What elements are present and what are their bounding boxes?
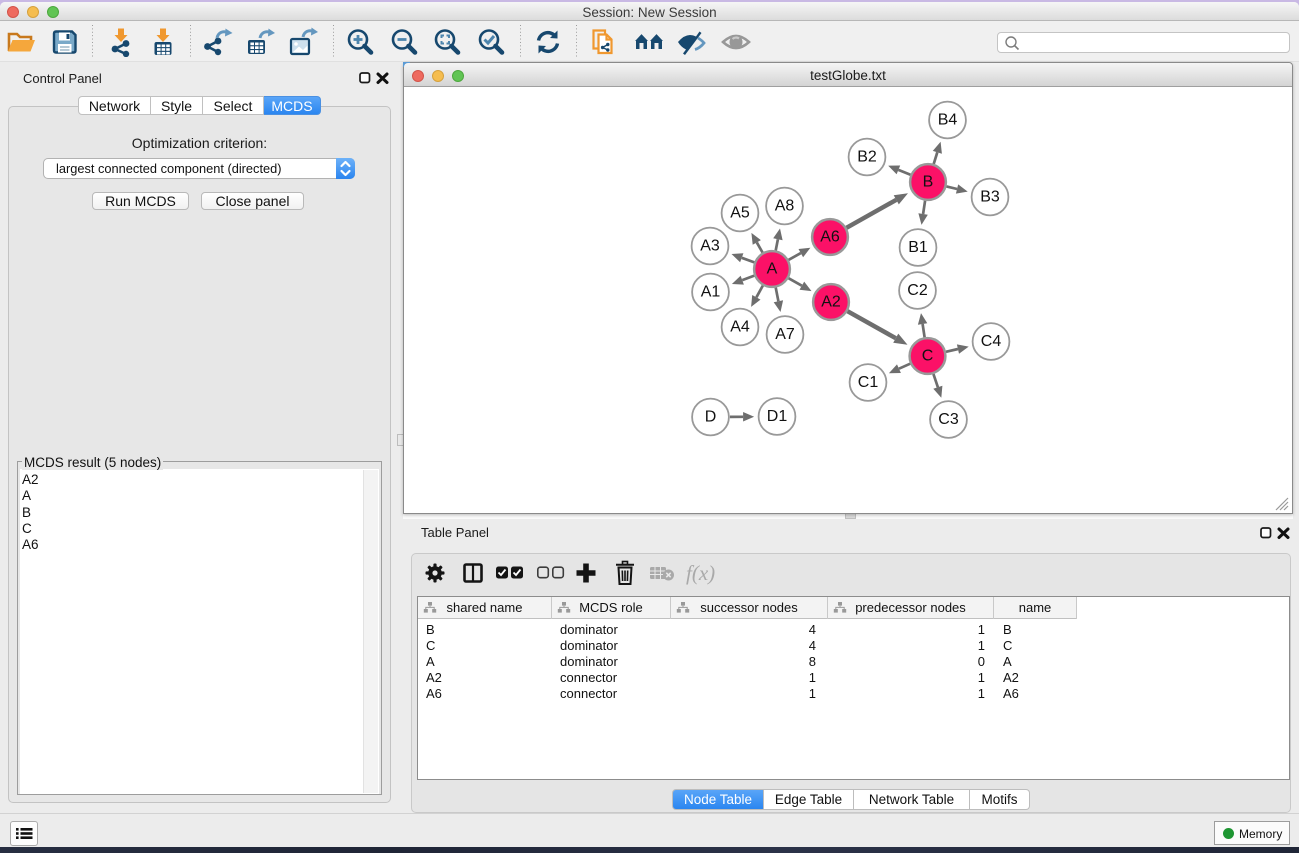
svg-text:C1: C1 xyxy=(858,374,879,391)
svg-text:C2: C2 xyxy=(907,282,928,299)
svg-text:D: D xyxy=(705,409,717,426)
svg-text:A4: A4 xyxy=(730,319,750,336)
svg-text:B: B xyxy=(923,174,934,191)
svg-text:D1: D1 xyxy=(767,408,788,425)
svg-text:A1: A1 xyxy=(701,284,721,301)
svg-text:B1: B1 xyxy=(908,239,928,256)
svg-text:B2: B2 xyxy=(857,149,877,166)
svg-text:C: C xyxy=(922,348,934,365)
svg-text:A5: A5 xyxy=(730,205,750,222)
svg-text:A3: A3 xyxy=(700,238,720,255)
svg-text:B4: B4 xyxy=(938,112,958,129)
svg-text:A2: A2 xyxy=(821,294,841,311)
svg-text:A8: A8 xyxy=(775,198,795,215)
svg-text:B3: B3 xyxy=(980,189,1000,206)
svg-text:C3: C3 xyxy=(938,411,959,428)
svg-text:C4: C4 xyxy=(981,333,1002,350)
svg-text:A7: A7 xyxy=(775,326,795,343)
svg-text:A: A xyxy=(767,261,778,278)
svg-text:A6: A6 xyxy=(820,229,840,246)
